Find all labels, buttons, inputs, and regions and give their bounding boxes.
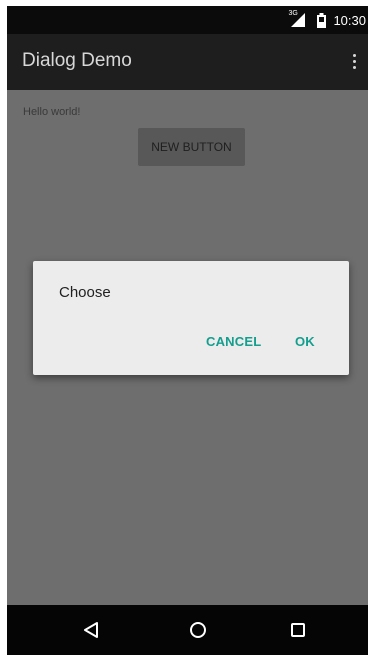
battery-icon <box>317 12 327 28</box>
status-icons: 3G 10:30 <box>288 6 366 34</box>
choose-dialog: Choose CANCEL OK <box>33 261 349 375</box>
phone-screen: 3G 10:30 Dialog Demo Hello world! NEW BU… <box>0 0 368 655</box>
cancel-button[interactable]: CANCEL <box>206 334 261 349</box>
dialog-message: Choose <box>59 284 111 301</box>
hello-text: Hello world! <box>23 106 81 118</box>
status-time: 10:30 <box>333 12 366 28</box>
home-icon[interactable] <box>185 617 211 643</box>
app-title: Dialog Demo <box>22 50 132 71</box>
new-button[interactable]: NEW BUTTON <box>138 128 245 166</box>
recents-icon[interactable] <box>285 617 311 643</box>
navigation-bar <box>7 605 368 655</box>
overflow-menu-icon[interactable] <box>346 48 362 74</box>
back-icon[interactable] <box>78 617 104 643</box>
ok-button[interactable]: OK <box>295 334 315 349</box>
signal-icon: 3G <box>288 10 310 28</box>
status-bar: 3G 10:30 <box>7 6 368 34</box>
app-bar: Dialog Demo <box>7 34 368 90</box>
